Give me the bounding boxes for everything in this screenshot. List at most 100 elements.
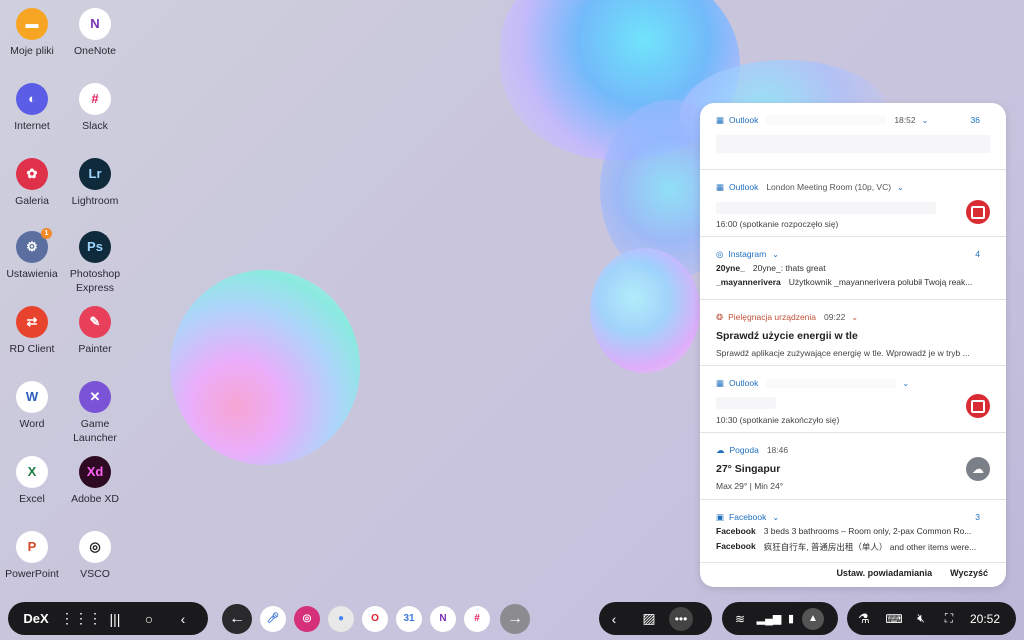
battery-icon[interactable]: ▮ <box>780 612 802 625</box>
notification-header: ❂ Pielęgnacja urządzenia 09:22 ⌄ <box>716 300 990 326</box>
screenshot-image-icon[interactable]: ▨ <box>629 610 669 627</box>
settings-icon: ⚙ 1 <box>16 228 52 263</box>
chevron-down-icon[interactable]: ⌄ <box>772 250 779 259</box>
notification-outlook-ended[interactable]: ▦ Outlook ⌄ 10:30 (spotkanie zakończyło … <box>700 366 1006 433</box>
app-name: Pielęgnacja urządzenia <box>728 312 817 322</box>
expand-up-icon[interactable]: ▲ <box>802 607 824 630</box>
lightroom-icon: Lr <box>79 158 111 190</box>
message-row: Facebook 疯狂自行车, 普通房出租（单人） and other items… <box>716 541 990 553</box>
slack-dock-icon[interactable]: # <box>464 605 490 632</box>
signal-icon[interactable]: ▂▄▆ <box>757 612 782 625</box>
calendar-action-icon[interactable] <box>966 200 990 224</box>
notification-facebook[interactable]: ▣ Facebook ⌄ 3 Facebook 3 beds 3 bathroom… <box>700 500 1006 563</box>
notification-settings-button[interactable]: Ustaw. powiadamiania <box>836 568 932 578</box>
wifi-icon[interactable]: ≋ <box>722 612 758 626</box>
apps-grid-icon[interactable]: ⋮⋮⋮ <box>60 610 102 627</box>
opera-icon[interactable]: O <box>362 605 388 632</box>
dock-apps: ◎ ● O 31 N # <box>290 605 494 632</box>
notification-device-care[interactable]: ❂ Pielęgnacja urządzenia 09:22 ⌄ Sprawdź… <box>700 300 1006 366</box>
notification-header: ▣ Facebook ⌄ 3 <box>716 500 990 526</box>
word-icon: W <box>16 381 48 413</box>
calendar-action-icon[interactable] <box>966 394 990 418</box>
sender: Facebook <box>716 541 756 551</box>
app-dock: ← 🎤︎ ◎ ● O 31 N # → <box>222 602 592 635</box>
dex-nav-bar: DeX ⋮⋮⋮ ||| ○ ‹ <box>8 602 208 635</box>
microphone-icon[interactable]: 🎤︎ <box>260 605 286 632</box>
clock[interactable]: 20:52 <box>963 612 1007 626</box>
instagram-small-icon: ◎ <box>716 248 724 259</box>
chevron-down-icon[interactable]: ⌄ <box>922 116 929 125</box>
desktop-app-adobe-xd[interactable]: Xd Adobe XD <box>62 456 128 506</box>
app-name: Pogoda <box>729 445 759 455</box>
notification-panel: ▦ Outlook 18:52 ⌄ 36 ▦ Outlook London Me… <box>700 103 1006 587</box>
desktop-app-lightroom[interactable]: Lr Lightroom <box>62 158 128 208</box>
status-bar: ≋ ▂▄▆ ▮ ▲ <box>722 602 838 635</box>
app-name: Outlook <box>729 115 759 125</box>
rdclient-icon: ⇄ <box>16 306 48 338</box>
instagram-icon[interactable]: ◎ <box>294 605 320 632</box>
weather-small-icon: ☁ <box>716 444 725 455</box>
desktop-app-folder[interactable]: ▬ Moje pliki <box>0 8 65 58</box>
notification-header: ◎ Instagram ⌄ 4 <box>716 237 990 263</box>
calendar-icon[interactable]: 31 <box>396 605 422 632</box>
notification-outlook[interactable]: ▦ Outlook 18:52 ⌄ 36 <box>700 103 1006 170</box>
chevron-down-icon[interactable]: ⌄ <box>772 513 779 522</box>
notification-body: 10:30 (spotkanie zakończyło się) <box>716 415 840 425</box>
dock-back-arrow-icon[interactable]: ← <box>222 603 252 634</box>
onenote-dock-icon[interactable]: N <box>430 605 456 632</box>
onenote-icon: N <box>79 8 111 40</box>
game-launcher-icon: ✕ <box>79 381 111 413</box>
chevron-down-icon[interactable]: ⌄ <box>851 313 858 322</box>
vsco-icon: ◎ <box>79 531 111 563</box>
desktop-app-onenote[interactable]: N OneNote <box>62 8 128 58</box>
facebook-small-icon: ▣ <box>716 511 725 522</box>
window-controls-bar: ‹ ▨ ••• <box>599 602 712 635</box>
chevron-down-icon[interactable]: ⌄ <box>897 183 904 192</box>
desktop-app-painter[interactable]: ✎ Painter <box>62 306 128 356</box>
desktop-app-photoshop-express[interactable]: Ps Photoshop Express <box>62 231 128 295</box>
notification-header: ☁ Pogoda 18:46 <box>716 433 990 459</box>
back-icon[interactable]: ‹ <box>166 611 200 627</box>
notification-header: ▦ Outlook 18:52 ⌄ 36 <box>716 103 990 129</box>
lab-flask-icon[interactable]: ⚗ <box>847 611 881 627</box>
notification-header: ▦ Outlook London Meeting Room (10p, VC) … <box>716 170 990 196</box>
desktop-app-internet[interactable]: ◐ Internet <box>0 83 65 133</box>
desktop-app-excel[interactable]: X Excel <box>0 456 65 506</box>
notification-count: 3 <box>975 512 980 522</box>
screen-capture-icon[interactable]: ⛶ <box>935 611 963 626</box>
chrome-icon[interactable]: ● <box>328 605 354 632</box>
dock-forward-arrow-icon[interactable]: → <box>500 603 530 634</box>
collapse-left-icon[interactable]: ‹ <box>599 611 629 627</box>
device-care-icon: ❂ <box>716 311 724 322</box>
folder-icon: ▬ <box>16 8 48 40</box>
desktop-app-word[interactable]: W Word <box>0 381 65 431</box>
desktop-app-vsco[interactable]: ◎ VSCO <box>62 531 128 581</box>
desktop-app-gallery[interactable]: ✿ Galeria <box>0 158 65 208</box>
desktop-app-label: Galeria <box>15 195 49 207</box>
desktop-app-label: RD Client <box>9 343 55 355</box>
recent-apps-icon[interactable]: ||| <box>98 611 132 627</box>
rain-cloud-icon: ☁ <box>966 457 990 481</box>
notification-weather[interactable]: ☁ Pogoda 18:46 27° Singapur Max 29° | Mi… <box>700 433 1006 500</box>
notification-body: Sprawdź aplikacje zużywające energię w t… <box>716 348 970 358</box>
notification-badge: 1 <box>41 228 52 239</box>
powerpoint-icon: P <box>16 531 48 563</box>
app-name: Outlook <box>729 182 759 192</box>
chevron-down-icon[interactable]: ⌄ <box>902 379 909 388</box>
dex-button[interactable]: DeX <box>8 611 64 626</box>
desktop-app-settings[interactable]: ⚙ 1 Ustawienia <box>0 228 65 281</box>
desktop-app-label: Word <box>19 418 45 430</box>
desktop-app-game-launcher[interactable]: ✕ Game Launcher <box>62 381 128 445</box>
desktop-app-powerpoint[interactable]: P PowerPoint <box>0 531 65 581</box>
desktop-app-rdclient[interactable]: ⇄ RD Client <box>0 306 65 356</box>
desktop-app-slack[interactable]: # Slack <box>62 83 128 133</box>
mute-icon[interactable]: 🔇︎ <box>907 611 935 626</box>
keyboard-icon[interactable]: ⌨ <box>881 612 907 626</box>
notification-outlook-meeting[interactable]: ▦ Outlook London Meeting Room (10p, VC) … <box>700 170 1006 237</box>
more-options-icon[interactable]: ••• <box>669 606 693 631</box>
notification-instagram[interactable]: ◎ Instagram ⌄ 4 20yne_ 20yne_: thats grea… <box>700 237 1006 300</box>
clear-all-button[interactable]: Wyczyść <box>950 568 988 578</box>
notification-count: 4 <box>975 249 980 259</box>
home-icon[interactable]: ○ <box>132 611 166 627</box>
notification-time: 18:52 <box>894 115 916 125</box>
